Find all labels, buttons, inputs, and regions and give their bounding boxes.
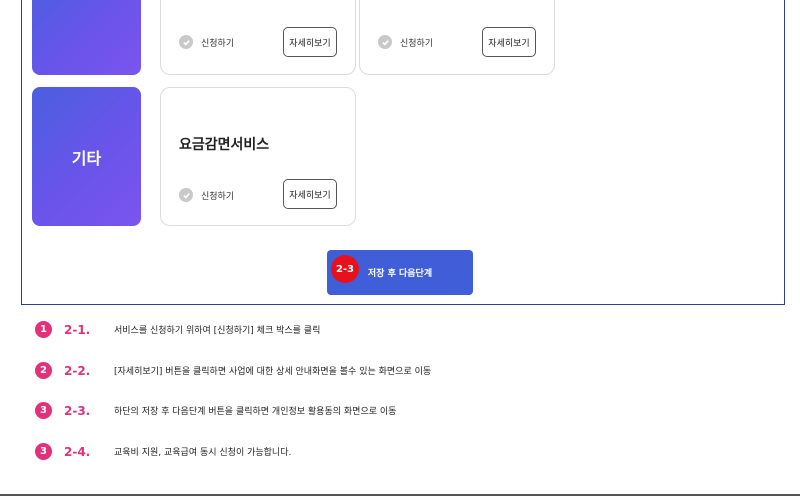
card-title: 요금감면서비스 bbox=[179, 137, 270, 153]
category-label: 기타 bbox=[71, 148, 102, 168]
step-text: 교육비 지원, 교육급여 동시 신청이 가능합니다. bbox=[114, 448, 292, 458]
instruction-step: 1 2-1. 서비스를 신청하기 위하여 [신청하기] 체크 박스를 클릭 bbox=[35, 321, 320, 338]
detail-button[interactable]: 자세히보기 bbox=[283, 27, 337, 57]
step-text: 하단의 저장 후 다음단계 버튼을 클릭하면 개인정보 활용동의 화면으로 이동 bbox=[114, 407, 397, 417]
detail-button[interactable]: 자세히보기 bbox=[482, 27, 536, 57]
step-code: 2-2. bbox=[64, 363, 91, 378]
check-icon bbox=[179, 35, 193, 49]
apply-checkbox[interactable]: 신청하기 bbox=[179, 188, 234, 202]
step-text: 서비스를 신청하기 위하여 [신청하기] 체크 박스를 클릭 bbox=[114, 326, 321, 336]
step-number-circle: 2 bbox=[35, 362, 52, 379]
apply-label: 신청하기 bbox=[400, 38, 434, 49]
instruction-step: 2 2-2. [자세히보기] 버튼을 클릭하면 사업에 대한 상세 안내화면을 … bbox=[35, 362, 431, 379]
category-top[interactable] bbox=[32, 0, 141, 75]
check-icon bbox=[179, 188, 193, 202]
service-card-2: 신청하기 자세히보기 bbox=[359, 0, 555, 75]
apply-checkbox[interactable]: 신청하기 bbox=[378, 35, 433, 49]
instruction-step: 3 2-3. 하단의 저장 후 다음단계 버튼을 클릭하면 개인정보 활용동의 … bbox=[35, 402, 396, 419]
apply-checkbox[interactable]: 신청하기 bbox=[179, 35, 234, 49]
step-number-circle: 3 bbox=[35, 402, 52, 419]
category-etc[interactable]: 기타 bbox=[32, 87, 141, 226]
detail-button[interactable]: 자세히보기 bbox=[283, 179, 337, 209]
step-code: 2-3. bbox=[64, 403, 91, 418]
apply-label: 신청하기 bbox=[201, 38, 235, 49]
bottom-divider bbox=[0, 494, 800, 496]
service-card-fee-reduction: 요금감면서비스 신청하기 자세히보기 bbox=[160, 87, 356, 226]
step-code: 2-1. bbox=[64, 322, 91, 337]
step-number-circle: 1 bbox=[35, 321, 52, 338]
step-code: 2-4. bbox=[64, 444, 91, 459]
check-icon bbox=[378, 35, 392, 49]
service-card-1: 신청하기 자세히보기 bbox=[160, 0, 356, 75]
save-next-label: 저장 후 다음단계 bbox=[367, 269, 433, 279]
apply-label: 신청하기 bbox=[201, 191, 235, 202]
instruction-step: 3 2-4. 교육비 지원, 교육급여 동시 신청이 가능합니다. bbox=[35, 443, 291, 460]
step-text: [자세히보기] 버튼을 클릭하면 사업에 대한 상세 안내화면을 볼수 있는 화… bbox=[114, 367, 432, 377]
step-marker-badge: 2-3 bbox=[331, 255, 359, 283]
step-number-circle: 3 bbox=[35, 443, 52, 460]
